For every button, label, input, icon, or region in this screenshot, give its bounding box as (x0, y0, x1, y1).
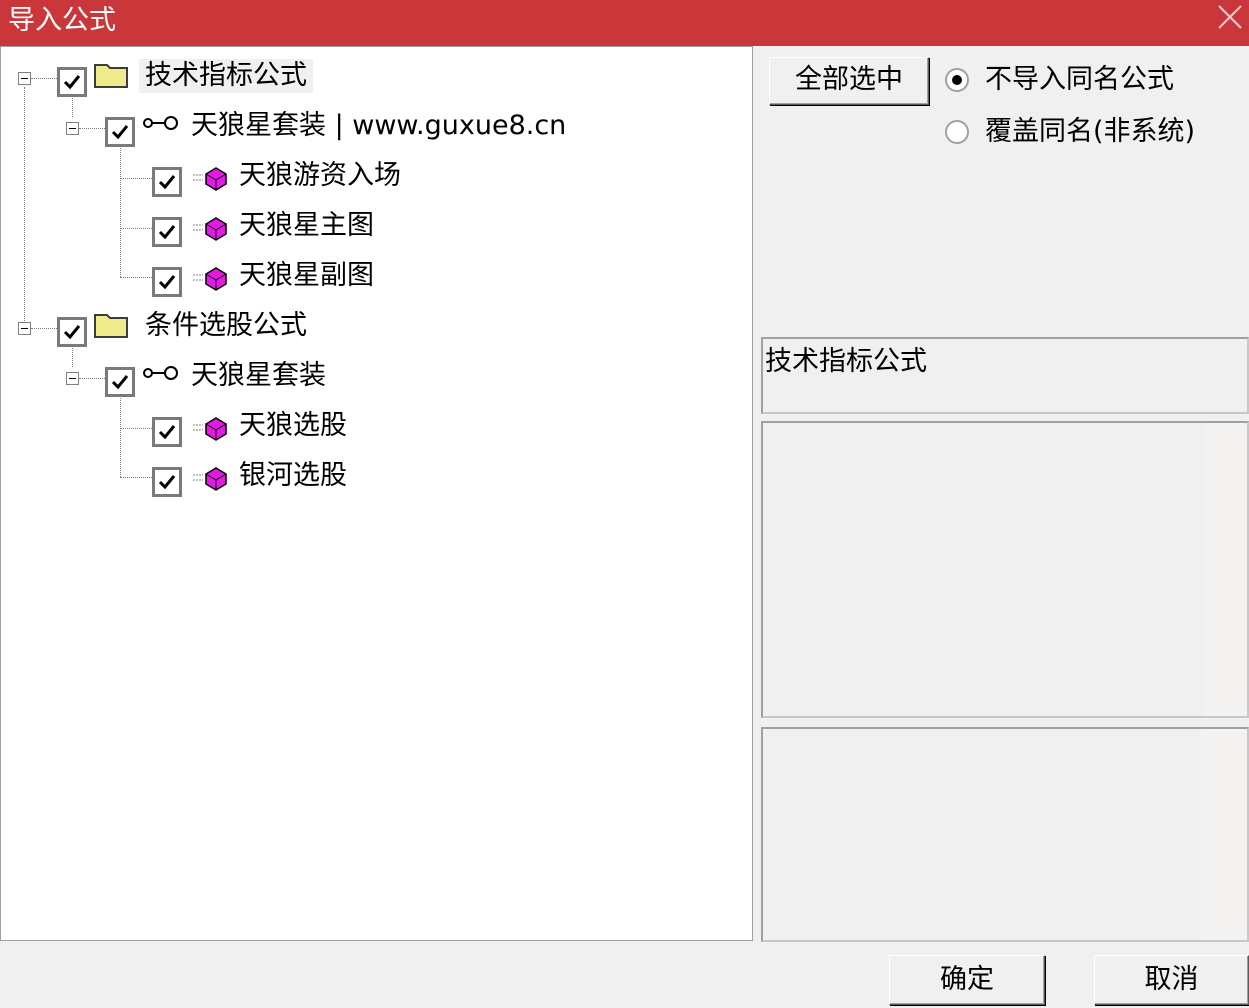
tree-node-label[interactable]: 条件选股公式 (145, 309, 307, 343)
checkmark-icon (158, 225, 176, 240)
formula-cube-icon (193, 167, 227, 191)
tree-node-label[interactable]: 天狼星主图 (239, 209, 374, 243)
ok-button[interactable]: 确定 (889, 955, 1045, 1005)
close-icon (1218, 5, 1242, 29)
tree-node-label[interactable]: 天狼星套装 | www.guxue8.cn (191, 109, 566, 143)
scrollbar-track[interactable] (1201, 729, 1247, 940)
tree-connector (120, 477, 152, 478)
folder-icon (94, 64, 128, 88)
radio-skip-duplicates[interactable] (945, 68, 969, 92)
category-display: 技术指标公式 (761, 337, 1249, 414)
tree-connector (120, 143, 121, 277)
tree-checkbox[interactable] (57, 67, 87, 97)
tree-connector (79, 378, 105, 379)
tree-checkbox[interactable] (152, 167, 182, 197)
tree-checkbox[interactable] (105, 117, 135, 147)
collapse-toggle[interactable] (66, 372, 79, 385)
key-icon (143, 116, 178, 130)
tree-checkbox[interactable] (152, 267, 182, 297)
close-button[interactable] (1209, 0, 1249, 40)
checkmark-icon (111, 375, 129, 390)
detail-box[interactable] (761, 727, 1249, 942)
tree-connector (120, 277, 152, 278)
tree-node-label[interactable]: 天狼选股 (239, 409, 347, 443)
window-title: 导入公式 (8, 5, 116, 36)
tree-connector (120, 178, 152, 179)
tree-connector (31, 78, 57, 79)
tree-connector (24, 87, 25, 327)
formula-cube-icon (193, 267, 227, 291)
tree-connector (120, 428, 152, 429)
title-bar: 导入公式 (0, 0, 1249, 46)
scrollbar-track[interactable] (1205, 423, 1247, 716)
checkmark-icon (158, 475, 176, 490)
tree-node-label[interactable]: 天狼星套装 (191, 359, 326, 393)
category-text: 技术指标公式 (765, 346, 927, 377)
tree-checkbox[interactable] (57, 317, 87, 347)
tree-node-label[interactable]: 技术指标公式 (139, 59, 313, 93)
tree-checkbox[interactable] (152, 467, 182, 497)
tree-connector (31, 328, 57, 329)
tree-connector (79, 128, 105, 129)
radio-overwrite-duplicates[interactable] (945, 120, 969, 144)
checkmark-icon (63, 75, 81, 90)
radio-label-overwrite-duplicates[interactable]: 覆盖同名(非系统) (985, 115, 1195, 149)
collapse-toggle[interactable] (66, 122, 79, 135)
formula-tree[interactable]: 技术指标公式 天狼星套装 | www.guxue8.cn 天狼游资入场 天狼星主… (0, 46, 753, 941)
tree-checkbox[interactable] (152, 417, 182, 447)
collapse-toggle[interactable] (18, 322, 31, 335)
checkmark-icon (63, 325, 81, 340)
checkmark-icon (158, 175, 176, 190)
tree-node-label[interactable]: 天狼星副图 (239, 259, 374, 293)
checkmark-icon (158, 275, 176, 290)
formula-cube-icon (193, 417, 227, 441)
key-icon (143, 366, 178, 380)
description-box[interactable] (761, 421, 1249, 718)
tree-connector (120, 393, 121, 477)
tree-connector (120, 228, 152, 229)
checkmark-icon (111, 125, 129, 140)
tree-node-label[interactable]: 天狼游资入场 (239, 159, 401, 193)
radio-label-skip-duplicates[interactable]: 不导入同名公式 (985, 63, 1174, 97)
tree-node-label[interactable]: 银河选股 (239, 459, 347, 493)
cancel-button[interactable]: 取消 (1094, 955, 1249, 1005)
checkmark-icon (158, 425, 176, 440)
collapse-toggle[interactable] (18, 72, 31, 85)
tree-checkbox[interactable] (152, 217, 182, 247)
folder-icon (94, 314, 128, 338)
formula-cube-icon (193, 217, 227, 241)
formula-cube-icon (193, 467, 227, 491)
tree-checkbox[interactable] (105, 367, 135, 397)
select-all-button[interactable]: 全部选中 (769, 57, 929, 105)
